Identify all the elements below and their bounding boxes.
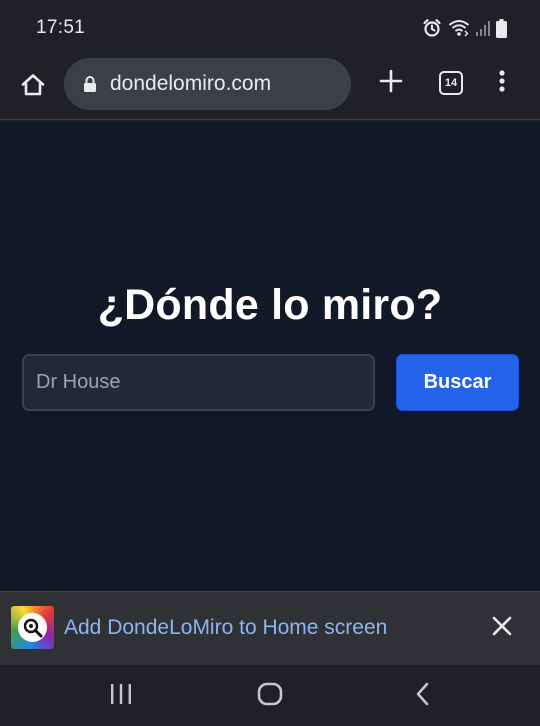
banner-text[interactable]: Add DondeLoMiro to Home screen	[64, 616, 387, 640]
more-vert-icon	[498, 69, 506, 98]
close-button[interactable]	[488, 614, 516, 642]
recent-apps-icon	[109, 683, 133, 710]
system-nav-bar	[0, 665, 540, 726]
tab-switcher-button[interactable]: 14	[434, 66, 468, 100]
home-icon	[20, 72, 46, 103]
menu-button[interactable]	[488, 66, 516, 100]
search-input[interactable]	[22, 354, 375, 411]
back-button[interactable]	[408, 682, 438, 711]
app-icon	[11, 606, 54, 649]
page-title: ¿Dónde lo miro?	[97, 281, 443, 329]
lock-icon	[82, 74, 98, 94]
alarm-icon	[422, 18, 442, 38]
new-tab-button[interactable]	[374, 66, 408, 100]
status-time: 17:51	[36, 17, 86, 38]
battery-icon	[496, 18, 507, 38]
web-page: ¿Dónde lo miro? Buscar	[0, 121, 540, 591]
close-icon	[492, 616, 512, 641]
wifi-icon	[448, 19, 470, 37]
status-bar: 17:51	[0, 0, 540, 56]
address-bar[interactable]: dondelomiro.com	[64, 58, 351, 110]
browser-toolbar: dondelomiro.com 14	[0, 56, 540, 120]
home-button[interactable]	[14, 68, 52, 106]
tab-count: 14	[439, 71, 463, 95]
status-icons	[422, 17, 507, 39]
signal-icon	[476, 19, 490, 37]
plus-icon	[379, 69, 403, 98]
home-nav-button[interactable]	[255, 682, 285, 711]
magnifier-icon	[18, 613, 47, 642]
back-icon	[415, 682, 431, 711]
url-text: dondelomiro.com	[110, 72, 272, 95]
recent-apps-button[interactable]	[106, 683, 136, 710]
search-button[interactable]: Buscar	[396, 354, 519, 411]
home-nav-icon	[257, 682, 283, 711]
add-to-home-banner[interactable]: Add DondeLoMiro to Home screen	[0, 591, 540, 665]
